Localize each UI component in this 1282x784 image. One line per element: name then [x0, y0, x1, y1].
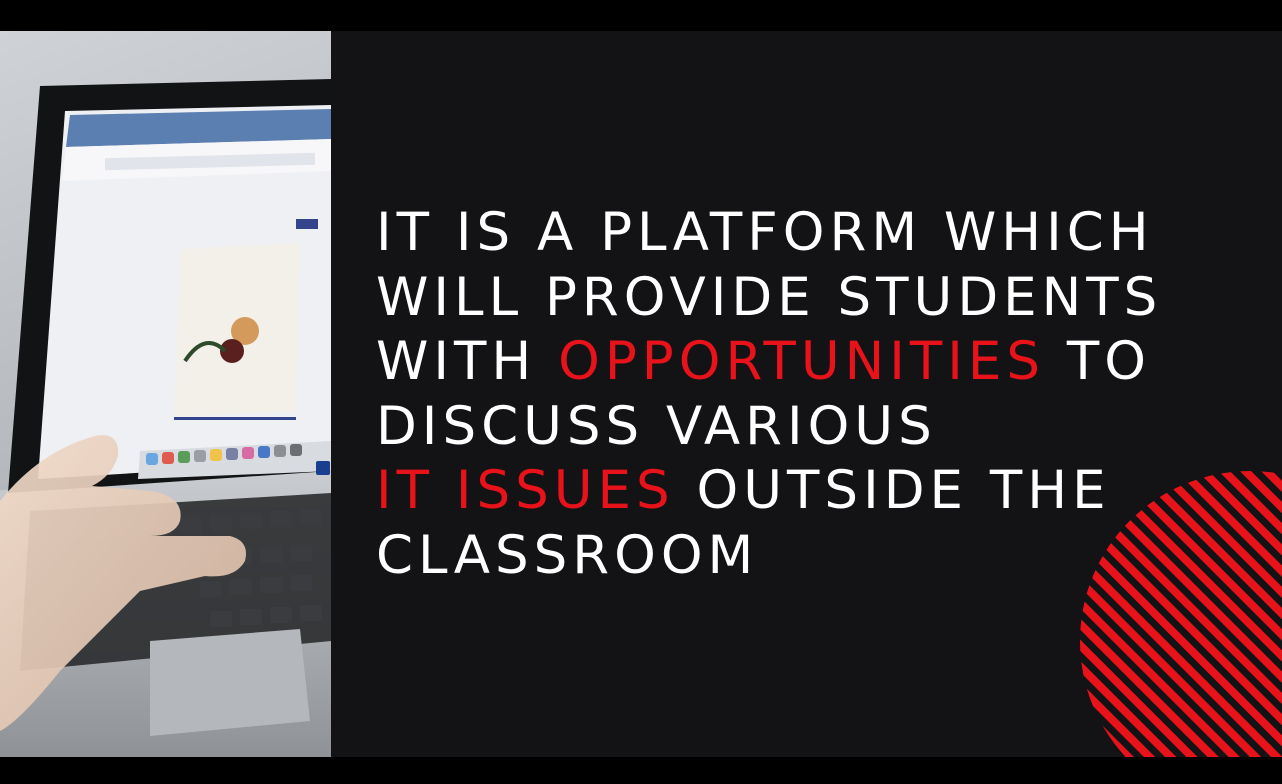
slide: IT IS A PLATFORM WHICH WILL PROVIDE STUDE…	[0, 31, 1282, 757]
body-text: CLASSROOM	[376, 524, 759, 586]
body-text: TO	[1045, 331, 1151, 392]
body-text: WITH	[376, 331, 559, 392]
text-line: WILL PROVIDE STUDENTS	[376, 266, 1236, 331]
body-text: OUTSIDE THE	[674, 460, 1111, 521]
body-text: WILL PROVIDE STUDENTS	[376, 266, 1163, 328]
laptop-illustration	[0, 79, 331, 757]
body-text: IT IS A PLATFORM WHICH	[376, 202, 1154, 263]
laptop-hand-photo	[0, 31, 331, 757]
highlight-text: IT ISSUES	[376, 460, 675, 521]
text-line: DISCUSS VARIOUS	[376, 395, 1236, 460]
striped-circle-decoration	[1080, 471, 1282, 757]
highlight-text: OPPORTUNITIES	[558, 331, 1046, 392]
video-frame: IT IS A PLATFORM WHICH WILL PROVIDE STUDE…	[0, 0, 1282, 784]
text-line: WITH OPPORTUNITIES TO	[376, 330, 1236, 395]
text-line: IT IS A PLATFORM WHICH	[376, 201, 1236, 266]
body-text: DISCUSS VARIOUS	[376, 395, 937, 457]
